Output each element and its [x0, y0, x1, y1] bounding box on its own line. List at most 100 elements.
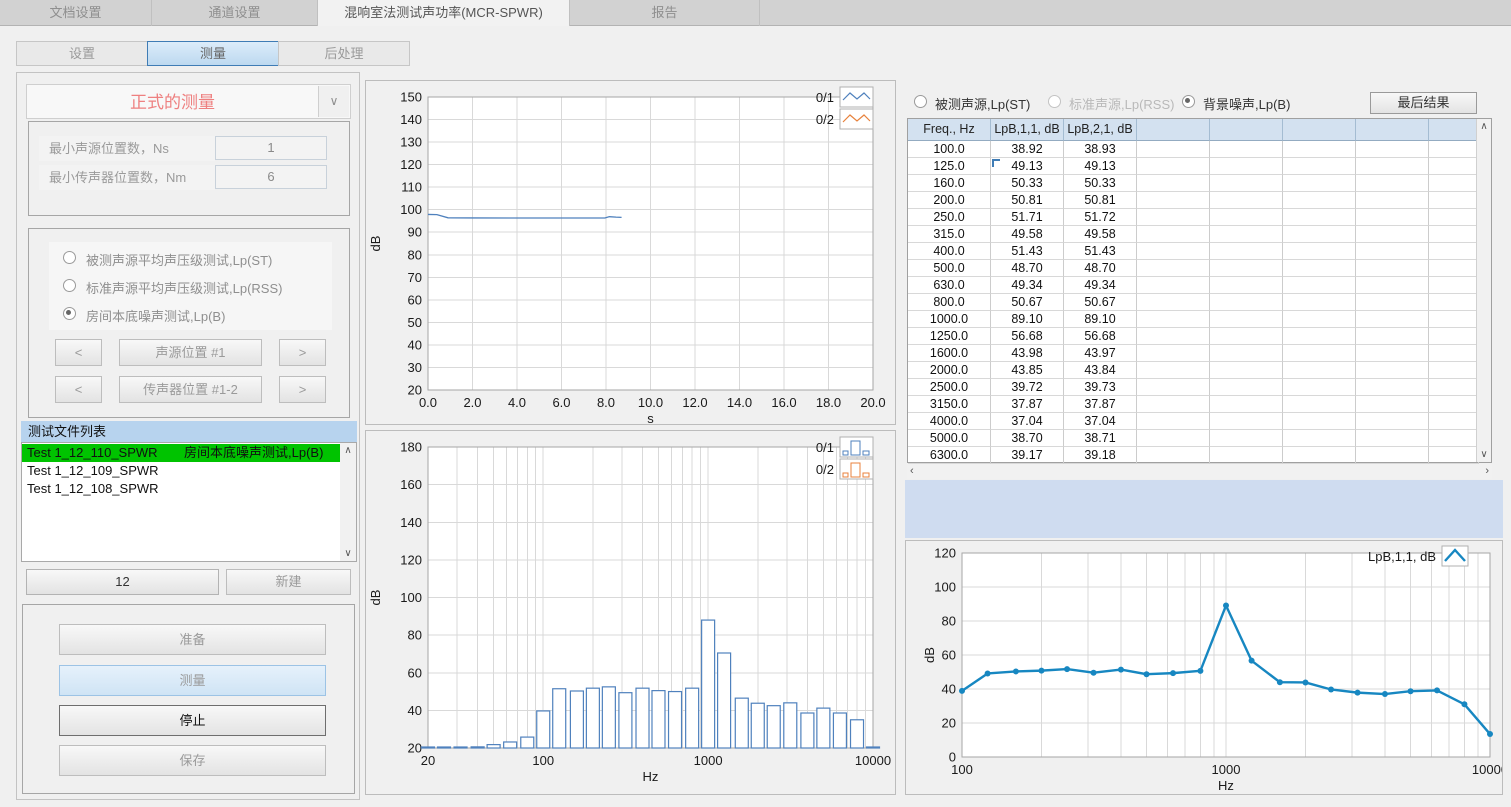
- table-cell[interactable]: [1429, 413, 1479, 430]
- table-cell[interactable]: [1356, 430, 1429, 447]
- table-cell[interactable]: [1210, 260, 1283, 277]
- table-cell[interactable]: 630.0: [908, 277, 991, 294]
- table-cell[interactable]: 2000.0: [908, 362, 991, 379]
- scroll-up-icon[interactable]: ∧: [340, 443, 356, 458]
- scroll-left-icon[interactable]: ‹: [910, 464, 914, 479]
- table-cell[interactable]: [1429, 209, 1479, 226]
- table-cell[interactable]: [1429, 379, 1479, 396]
- table-cell[interactable]: 37.04: [991, 413, 1064, 430]
- table-cell[interactable]: [1210, 396, 1283, 413]
- table-cell[interactable]: 250.0: [908, 209, 991, 226]
- table-cell[interactable]: [1283, 396, 1356, 413]
- table-cell[interactable]: [1356, 379, 1429, 396]
- table-cell[interactable]: [1429, 141, 1479, 158]
- table-cell[interactable]: [1429, 260, 1479, 277]
- tab-mcr-spwr[interactable]: 混响室法测试声功率(MCR-SPWR): [318, 0, 570, 26]
- table-cell[interactable]: [1210, 430, 1283, 447]
- radio-lp-rss[interactable]: [63, 279, 76, 292]
- table-cell[interactable]: [1356, 243, 1429, 260]
- stop-button[interactable]: 停止: [59, 705, 326, 736]
- radio-lp-st[interactable]: [63, 251, 76, 264]
- min-mic-positions-field[interactable]: 6: [215, 165, 327, 189]
- table-row[interactable]: 1250.056.6856.68: [908, 328, 1491, 345]
- table-cell[interactable]: [1210, 175, 1283, 192]
- table-cell[interactable]: [1210, 277, 1283, 294]
- table-cell[interactable]: [1356, 345, 1429, 362]
- table-cell[interactable]: [1137, 311, 1210, 328]
- table-cell[interactable]: [1283, 260, 1356, 277]
- table-cell[interactable]: 50.33: [991, 175, 1064, 192]
- result-radio-lp-rss[interactable]: [1048, 95, 1061, 108]
- table-cell[interactable]: 51.72: [1064, 209, 1137, 226]
- table-cell[interactable]: [1210, 345, 1283, 362]
- list-item[interactable]: Test 1_12_108_SPWR: [22, 480, 340, 498]
- table-row[interactable]: 800.050.6750.67: [908, 294, 1491, 311]
- mic-position-button[interactable]: 传声器位置 #1-2: [119, 376, 262, 403]
- table-cell[interactable]: 89.10: [991, 311, 1064, 328]
- table-cell[interactable]: [1356, 413, 1429, 430]
- table-cell[interactable]: [1429, 328, 1479, 345]
- measure-button[interactable]: 测量: [59, 665, 326, 696]
- table-cell[interactable]: [1429, 192, 1479, 209]
- table-cell[interactable]: 49.13: [1064, 158, 1137, 175]
- table-cell[interactable]: 39.17: [991, 447, 1064, 464]
- table-cell[interactable]: [1283, 379, 1356, 396]
- table-row[interactable]: 3150.037.8737.87: [908, 396, 1491, 413]
- chevron-down-icon[interactable]: ∨: [318, 86, 349, 117]
- table-cell[interactable]: [1137, 328, 1210, 345]
- scroll-down-icon[interactable]: ∨: [340, 546, 356, 561]
- table-cell[interactable]: 37.04: [1064, 413, 1137, 430]
- table-cell[interactable]: 43.97: [1064, 345, 1137, 362]
- table-cell[interactable]: 50.33: [1064, 175, 1137, 192]
- table-cell[interactable]: [1356, 141, 1429, 158]
- table-cell[interactable]: [1356, 328, 1429, 345]
- table-cell[interactable]: [1429, 345, 1479, 362]
- table-cell[interactable]: [1137, 362, 1210, 379]
- table-cell[interactable]: [1429, 447, 1479, 464]
- table-cell[interactable]: [1210, 141, 1283, 158]
- table-cell[interactable]: 4000.0: [908, 413, 991, 430]
- table-cell[interactable]: 48.70: [991, 260, 1064, 277]
- table-cell[interactable]: 160.0: [908, 175, 991, 192]
- list-item[interactable]: Test 1_12_109_SPWR: [22, 462, 340, 480]
- table-cell[interactable]: [1210, 379, 1283, 396]
- table-cell[interactable]: [1429, 175, 1479, 192]
- table-cell[interactable]: [1356, 209, 1429, 226]
- table-cell[interactable]: [1137, 396, 1210, 413]
- table-cell[interactable]: [1356, 447, 1429, 464]
- table-cell[interactable]: 56.68: [991, 328, 1064, 345]
- table-cell[interactable]: 37.87: [1064, 396, 1137, 413]
- new-button[interactable]: 新建: [226, 569, 351, 595]
- tab-channel-settings[interactable]: 通道设置: [152, 0, 318, 26]
- mic-position-next-button[interactable]: >: [279, 376, 326, 403]
- table-cell[interactable]: 38.93: [1064, 141, 1137, 158]
- table-cell[interactable]: 89.10: [1064, 311, 1137, 328]
- table-cell[interactable]: 400.0: [908, 243, 991, 260]
- table-row[interactable]: 400.051.4351.43: [908, 243, 1491, 260]
- table-cell[interactable]: [1283, 294, 1356, 311]
- table-row[interactable]: 6300.039.1739.18: [908, 447, 1491, 464]
- table-cell[interactable]: [1429, 362, 1479, 379]
- table-row[interactable]: 250.051.7151.72: [908, 209, 1491, 226]
- table-cell[interactable]: [1210, 311, 1283, 328]
- table-cell[interactable]: 200.0: [908, 192, 991, 209]
- table-cell[interactable]: [1356, 362, 1429, 379]
- table-cell[interactable]: [1210, 362, 1283, 379]
- table-cell[interactable]: 125.0: [908, 158, 991, 175]
- table-row[interactable]: 1600.043.9843.97: [908, 345, 1491, 362]
- table-row[interactable]: 2500.039.7239.73: [908, 379, 1491, 396]
- table-cell[interactable]: [1429, 294, 1479, 311]
- table-cell[interactable]: [1137, 175, 1210, 192]
- table-cell[interactable]: [1137, 141, 1210, 158]
- table-cell[interactable]: 1000.0: [908, 311, 991, 328]
- table-cell[interactable]: 43.98: [991, 345, 1064, 362]
- table-cell[interactable]: [1429, 226, 1479, 243]
- list-item[interactable]: Test 1_12_110_SPWR房间本底噪声测试,Lp(B): [22, 444, 340, 462]
- table-cell[interactable]: [1283, 430, 1356, 447]
- table-cell[interactable]: [1137, 379, 1210, 396]
- result-radio-lp-st[interactable]: [914, 95, 927, 108]
- table-cell[interactable]: [1210, 158, 1283, 175]
- table-cell[interactable]: [1356, 226, 1429, 243]
- table-cell[interactable]: [1356, 277, 1429, 294]
- source-position-next-button[interactable]: >: [279, 339, 326, 366]
